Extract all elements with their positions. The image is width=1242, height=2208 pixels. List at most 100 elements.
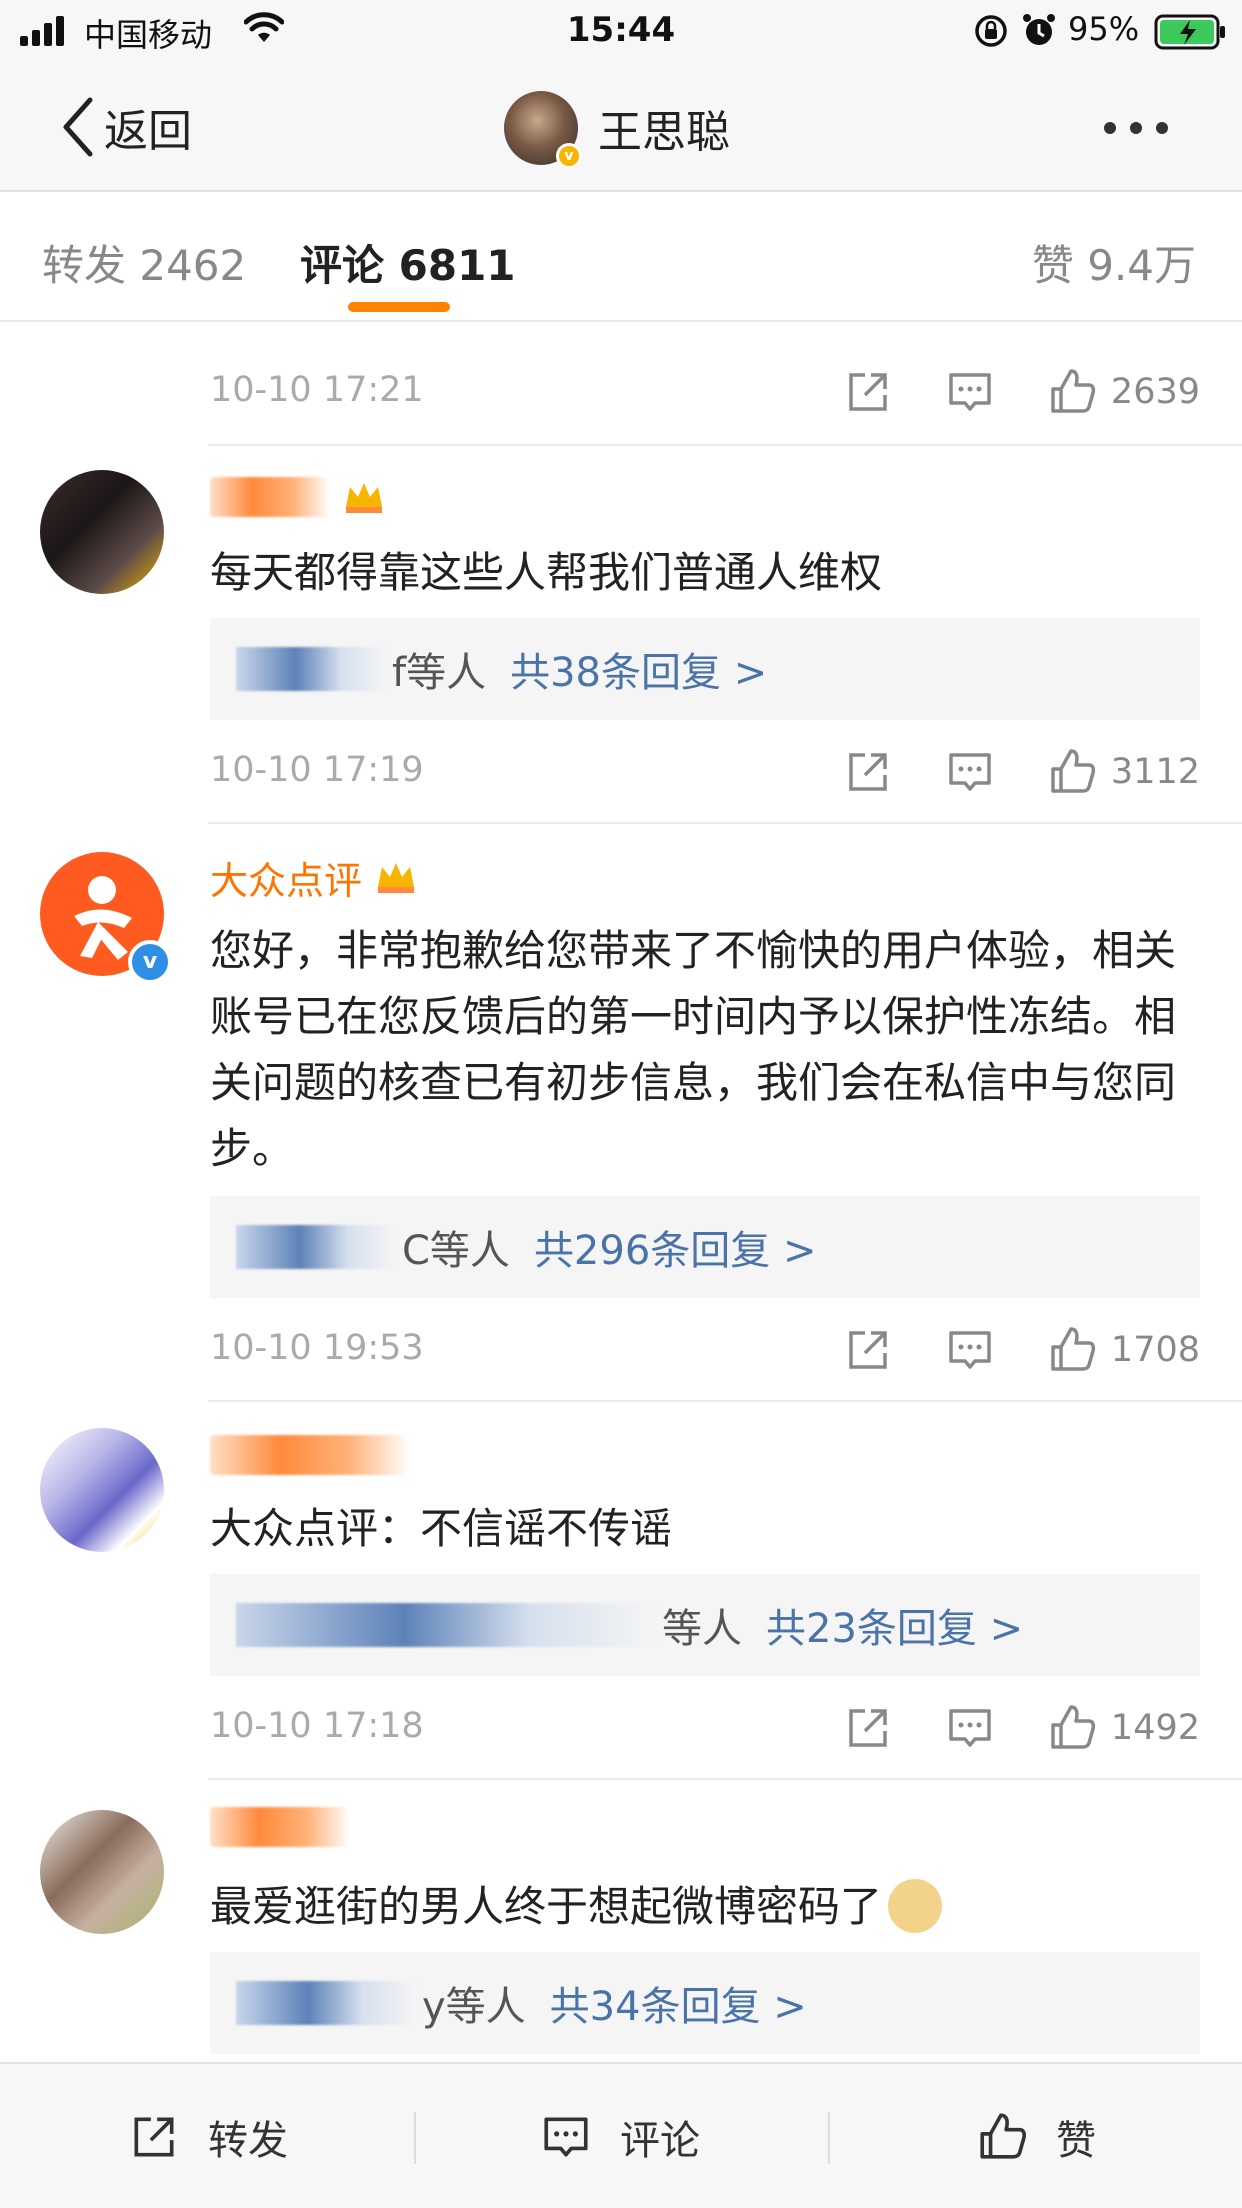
rotation-lock-icon [975, 15, 1007, 47]
comment-icon [544, 2117, 588, 2157]
repost-button[interactable]: 转发 [128, 2064, 288, 2208]
like-count: 3112 [1110, 752, 1200, 792]
comment-actions: 3112 [791, 742, 1200, 802]
view-replies-link[interactable]: 共38条回复 > [510, 640, 767, 698]
comment-time: 10-10 17:19 [210, 750, 424, 790]
tab-repost[interactable]: 转发 2462 [42, 232, 246, 293]
active-tab-indicator [348, 302, 450, 312]
reply-icon[interactable] [945, 747, 995, 797]
view-replies-link[interactable]: 共34条回复 > [550, 1974, 807, 2032]
reply-icon[interactable] [945, 1703, 995, 1753]
share-icon[interactable] [843, 367, 893, 417]
like-button[interactable]: 1708 [1047, 1325, 1200, 1375]
like-button[interactable]: 2639 [1047, 367, 1200, 417]
redacted-reply-names [236, 1225, 396, 1269]
repost-label: 转发 [208, 2118, 288, 2164]
reply-people: C等人 [402, 1228, 510, 1274]
share-icon[interactable] [843, 1325, 893, 1375]
thumbs-up-icon [1051, 1327, 1096, 1371]
bottom-action-bar: 转发 评论 赞 [0, 2062, 1242, 2208]
back-label: 返回 [104, 106, 192, 157]
comment-username[interactable] [210, 472, 386, 522]
doge-emoji-icon [888, 1878, 943, 1933]
alarm-icon [1023, 14, 1055, 45]
divider [208, 1778, 1242, 1780]
battery-charging-icon [1154, 14, 1225, 50]
redacted-username [210, 1807, 350, 1847]
like-count: 1708 [1110, 1330, 1200, 1370]
avatar-dianping[interactable]: v [40, 852, 172, 984]
reply-summary[interactable]: 等人 共23条回复 > [210, 1574, 1200, 1676]
avatar[interactable] [40, 1428, 164, 1552]
username-label: 大众点评 [210, 858, 363, 903]
comment-actions: 2639 [791, 362, 1200, 422]
like-count: 1492 [1110, 1708, 1200, 1748]
divider [414, 2112, 416, 2164]
comment-meta: 10-10 17:19 3112 [210, 742, 1200, 802]
divider [208, 822, 1242, 824]
reply-people: f等人 [392, 650, 487, 696]
comment-text: 您好，非常抱歉给您带来了不愉快的用户体验，相关账号已在您反馈后的第一时间内予以保… [210, 926, 1177, 1173]
comment-text: 每天都得靠这些人帮我们普通人维权 [210, 548, 883, 597]
divider [828, 2112, 830, 2164]
thumbs-up-icon [1051, 369, 1096, 413]
profile-header[interactable]: v 王思聪 [504, 90, 730, 169]
like-label: 赞 [1056, 2118, 1096, 2164]
comment-time: 10-10 19:53 [210, 1328, 424, 1368]
reply-icon[interactable] [945, 1325, 995, 1375]
redacted-reply-names [236, 1603, 656, 1647]
thumbs-up-icon [980, 2113, 1027, 2159]
tab-bar: 转发 2462 评论 6811 赞 9.4万 [0, 192, 1242, 322]
thumbs-up-icon [1051, 749, 1096, 793]
battery-percent: 95% [1068, 10, 1140, 48]
verified-badge-icon: v [128, 940, 172, 984]
comment-meta: 10-10 17:21 2639 [210, 362, 1200, 422]
reply-summary[interactable]: f等人 共38条回复 > [210, 618, 1200, 720]
back-button[interactable]: 返回 [60, 94, 192, 160]
redacted-username [210, 1435, 410, 1475]
redacted-reply-names [236, 647, 386, 691]
more-icon[interactable] [1102, 120, 1170, 136]
like-button[interactable]: 1492 [1047, 1703, 1200, 1753]
like-button[interactable]: 3112 [1047, 747, 1200, 797]
chevron-left-icon [63, 97, 93, 157]
comment-text-body: 最爱逛街的男人终于想起微博密码了 [210, 1882, 883, 1931]
comment-meta: 10-10 17:18 1492 [210, 1698, 1200, 1758]
reply-summary[interactable]: y等人 共34条回复 > [210, 1952, 1200, 2054]
like-button[interactable]: 赞 [976, 2064, 1096, 2208]
verified-badge-icon: v [556, 143, 582, 169]
comment-time: 10-10 17:18 [210, 1706, 424, 1746]
comment-actions: 1492 [791, 1698, 1200, 1758]
avatar[interactable] [40, 1810, 164, 1934]
divider [208, 1400, 1242, 1402]
comment-text: 大众点评：不信谣不传谣 [210, 1504, 673, 1553]
comment-username[interactable] [210, 1430, 410, 1480]
tab-comments[interactable]: 评论 6811 [300, 232, 516, 293]
reply-people: 等人 [662, 1606, 742, 1652]
reply-people: y等人 [422, 1984, 526, 2030]
comment-label: 评论 [620, 2118, 700, 2164]
page-title: 王思聪 [598, 107, 730, 158]
view-replies-link[interactable]: 共296条回复 > [534, 1218, 817, 1276]
comment-meta: 10-10 19:53 1708 [210, 1320, 1200, 1380]
redacted-reply-names [236, 1981, 416, 2025]
divider [208, 444, 1242, 446]
comment-text: 最爱逛街的男人终于想起微博密码了 [210, 1874, 1210, 1940]
view-replies-link[interactable]: 共23条回复 > [766, 1596, 1023, 1654]
comment-button[interactable]: 评论 [540, 2064, 700, 2208]
reply-summary[interactable]: C等人 共296条回复 > [210, 1196, 1200, 1298]
reply-icon[interactable] [945, 367, 995, 417]
avatar[interactable]: v [504, 91, 582, 169]
share-icon [134, 2117, 174, 2157]
redacted-username [210, 477, 330, 517]
share-icon[interactable] [843, 747, 893, 797]
comment-username[interactable]: 大众点评 [210, 852, 418, 903]
status-bar: 中国移动 15:44 95% [0, 0, 1242, 64]
comment-list[interactable]: 10-10 17:21 2639 每天都得靠这些人帮我们普通人维权 f等人 共3… [0, 322, 1242, 2062]
comment-time: 10-10 17:21 [210, 370, 424, 410]
avatar[interactable] [40, 470, 164, 594]
comment-username[interactable] [210, 1802, 350, 1852]
nav-bar: 返回 v 王思聪 [0, 64, 1242, 192]
tab-likes[interactable]: 赞 9.4万 [1032, 232, 1196, 293]
share-icon[interactable] [843, 1703, 893, 1753]
